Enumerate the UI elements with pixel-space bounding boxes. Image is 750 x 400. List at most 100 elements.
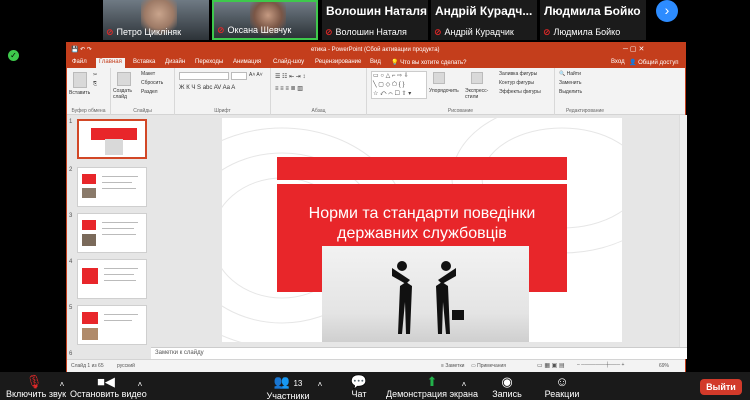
unmute-button[interactable]: 🎙 Включить звук [6,375,66,399]
tab-slideshow[interactable]: Слайд-шоу [273,59,304,65]
notes-toggle[interactable]: ≡ Заметки [441,363,464,369]
participants-chevron-icon[interactable]: ˄ [316,380,324,389]
view-mode-icons[interactable]: ▭ ▦ ▣ ▤ [537,362,565,369]
powerpoint-title-bar: 💾 ↶ ↷ етика - PowerPoint (Сбой активации… [67,43,685,57]
participant-tile-1[interactable]: ⊘ Петро Цикліняк [103,0,209,40]
zoom-level[interactable]: 69% [659,363,669,369]
language-indicator[interactable]: русский [117,363,135,369]
leave-meeting-button[interactable]: Выйти [700,379,742,395]
tab-transitions[interactable]: Переходы [195,59,223,65]
font-caption: Шрифт [214,108,231,114]
share-access-button[interactable]: 👤 Общий доступ [629,59,678,66]
next-page-icon[interactable]: › [656,0,678,22]
quick-styles-icon[interactable] [471,72,483,84]
new-slide-icon[interactable] [117,72,131,86]
tab-animations[interactable]: Анимация [233,59,261,65]
slide-thumbnail-3[interactable] [77,213,147,253]
editing-caption: Редактирование [565,108,605,114]
tab-file[interactable]: Файл [72,59,87,65]
slide-thumbnail-1[interactable] [77,119,147,159]
font-size-box[interactable] [231,72,247,80]
thumb-red-block [82,268,98,284]
tab-home[interactable]: Главная [96,58,125,68]
status-bar: Слайд 1 из 65 русский ≡ Заметки ▭ Примеч… [67,359,685,373]
quick-access-icons[interactable]: 💾 ↶ ↷ [71,46,92,53]
reactions-button[interactable]: ☺ Реакции [540,375,584,399]
paste-icon[interactable] [73,72,87,88]
slide-title[interactable]: Норми та стандарти поведінки державних с… [292,204,552,244]
security-shield-icon[interactable]: ✓ [8,50,19,61]
thumb-red-block [82,174,96,184]
arrange-icon[interactable] [433,72,445,84]
thumb-text-line [102,176,138,177]
thumb-text-line [102,188,136,189]
participant-tile-5[interactable]: Людмила Бойко ⊘ Людмила Бойко [540,0,646,40]
zoom-slider[interactable]: – ───────┼─── + [577,362,624,368]
clipboard-group: Вставить ✂ ⎘ Буфер обмена [67,68,111,115]
copy-icon[interactable]: ⎘ [93,81,97,87]
shapes-gallery[interactable]: ▭ ○ △ ⌐ ⇨ ⇩ ╲ ▢ ◇ ⬠ { } ☆ ⤺ ⌒ ☐ ⇧ ▾ [371,71,427,99]
video-camera-icon: ■◀ [97,374,115,389]
clipboard-caption: Буфер обмена [71,108,106,114]
shape-fill-button[interactable]: Заливка фигуры [499,71,537,77]
participant-tile-3[interactable]: Волошин Наталя ⊘ Волошин Наталя [322,0,428,40]
audio-options-chevron-icon[interactable]: ˄ [58,380,66,389]
editor-scrollbar[interactable] [679,115,687,347]
editing-group: 🔍 Найти Заменить Выделить Редактирование [555,68,615,115]
font-name-box[interactable] [179,72,229,80]
current-slide[interactable]: Норми та стандарти поведінки державних с… [222,118,622,342]
slide-thumbnail-4[interactable] [77,259,147,299]
font-grow-icon[interactable]: A˄ A˅ [249,72,263,78]
new-slide-button[interactable]: Создать слайд [113,88,139,100]
notes-pane[interactable]: Заметки к слайду [151,347,687,359]
cut-icon[interactable]: ✂ [93,72,97,78]
select-button[interactable]: Выделить [559,89,582,95]
find-button[interactable]: 🔍 Найти [559,71,581,77]
record-button[interactable]: ◉ Запись [490,375,524,399]
ribbon-home: Вставить ✂ ⎘ Буфер обмена Создать слайд … [67,68,685,115]
participant-tile-4[interactable]: Андрій Курадч... ⊘ Андрій Курадчик [431,0,537,40]
ribbon-tabs: Файл Главная Вставка Дизайн Переходы Ани… [67,57,685,68]
participants-button[interactable]: 👥 13 Участники [262,375,314,400]
share-options-chevron-icon[interactable]: ˄ [460,380,468,389]
thumb-text-line [104,268,138,269]
thumb-text-line [104,280,136,281]
mic-muted-icon: ⊘ [106,27,114,37]
align-icons[interactable]: ≡ ≡ ≡ ≣ ▥ [275,85,303,92]
slide-counter: Слайд 1 из 65 [71,363,104,369]
mic-muted-icon: ⊘ [325,27,333,37]
participant-tile-2[interactable]: ⊘ Оксана Шевчук [212,0,318,40]
list-icons[interactable]: ☰ ☷ ⇤ ⇥ ↕ [275,73,305,80]
drawing-group: ▭ ○ △ ⌐ ⇨ ⇩ ╲ ▢ ◇ ⬠ { } ☆ ⤺ ⌒ ☐ ⇧ ▾ Упоряд… [367,68,555,115]
quick-styles-button[interactable]: Экспресс-стили [465,88,493,100]
reset-button[interactable]: Сбросить [141,80,163,86]
paste-button[interactable]: Вставить [69,90,90,96]
tab-insert[interactable]: Вставка [133,59,155,65]
participants-icon: 👥 13 [273,374,303,389]
thumb-number: 4 [69,259,73,265]
participant-name-2: ⊘ Оксана Шевчук [217,25,292,35]
section-button[interactable]: Раздел [141,89,158,95]
window-controls[interactable]: ─ ▢ ✕ [623,45,644,53]
slide-thumbnail-5[interactable] [77,305,147,345]
replace-button[interactable]: Заменить [559,80,581,86]
video-options-chevron-icon[interactable]: ˄ [136,380,144,389]
shape-effects-button[interactable]: Эффекты фигуры [499,89,541,95]
font-format-icons[interactable]: Ж К Ч S abc AV Aa A [179,85,235,91]
tell-me-search[interactable]: 💡 Что вы хотите сделать? [391,59,466,66]
notes-placeholder: Заметки к слайду [155,350,204,356]
chat-button[interactable]: 💬 Чат [344,375,374,399]
shape-outline-button[interactable]: Контур фигуры [499,80,534,86]
comments-toggle[interactable]: ▭ Примечания [471,363,506,369]
layout-button[interactable]: Макет [141,71,155,77]
arrange-button[interactable]: Упорядочить [429,88,459,94]
tab-review[interactable]: Рецензирование [315,59,361,65]
slide-thumbnail-2[interactable] [77,167,147,207]
bowing-silhouettes [392,261,464,334]
thumb-image [82,188,96,198]
thumb-text-line [102,228,134,229]
tab-design[interactable]: Дизайн [165,59,185,65]
tab-view[interactable]: Вид [370,59,381,65]
stop-video-button[interactable]: ■◀ Остановить видео [70,374,147,399]
account-signin[interactable]: Вход [611,59,625,65]
